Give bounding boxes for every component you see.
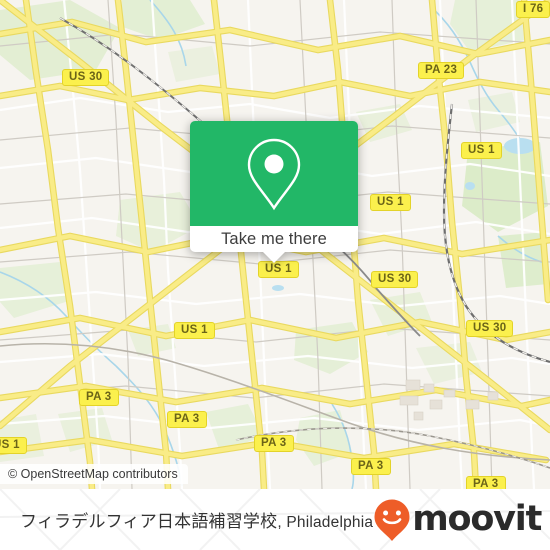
- road-shield: US 1: [461, 142, 502, 159]
- road-shield: US 1: [0, 437, 27, 454]
- callout-footer[interactable]: Take me there: [190, 226, 358, 263]
- road-shield: PA 3: [351, 458, 391, 475]
- road-shield: US 1: [370, 194, 411, 211]
- take-me-there-label: Take me there: [221, 229, 327, 248]
- footer-bar: フィラデルフィア日本語補習学校, Philadelphia moovit: [0, 489, 550, 550]
- road-shield: US 1: [258, 261, 299, 278]
- road-shield: US 30: [62, 69, 110, 86]
- moovit-wordmark: moovit: [412, 499, 542, 539]
- osm-attribution[interactable]: © OpenStreetMap contributors: [0, 464, 188, 484]
- callout-pointer-tail: [263, 252, 285, 263]
- road-shield: PA 3: [466, 476, 506, 489]
- road-shield: US 30: [466, 320, 514, 337]
- road-shield: PA 23: [418, 62, 465, 79]
- map-pin-icon: [247, 138, 301, 210]
- moovit-pin-smiley-icon: [374, 499, 410, 541]
- road-shield: US 30: [371, 271, 419, 288]
- moovit-map-screenshot: I 76 PA 23 US 30 US 1 US 1 US 1 US 30 US 1 US 30…: [0, 0, 550, 550]
- road-shield: PA 3: [167, 411, 207, 428]
- map-canvas[interactable]: I 76 PA 23 US 30 US 1 US 1 US 1 US 30 US 1 US 30…: [0, 0, 550, 489]
- place-city: , Philadelphia: [277, 514, 374, 531]
- road-shield: PA 3: [79, 389, 119, 406]
- road-shield: I 76: [516, 1, 550, 18]
- place-title: フィラデルフィア日本語補習学校, Philadelphia: [20, 507, 373, 532]
- moovit-brand[interactable]: moovit: [373, 498, 542, 542]
- callout-header: [190, 121, 358, 226]
- place-name: フィラデルフィア日本語補習学校: [20, 512, 278, 531]
- location-callout-card[interactable]: Take me there: [190, 121, 358, 263]
- road-shield: US 1: [174, 322, 215, 339]
- footer-content: フィラデルフィア日本語補習学校, Philadelphia moovit: [0, 489, 550, 550]
- road-shield: PA 3: [254, 435, 294, 452]
